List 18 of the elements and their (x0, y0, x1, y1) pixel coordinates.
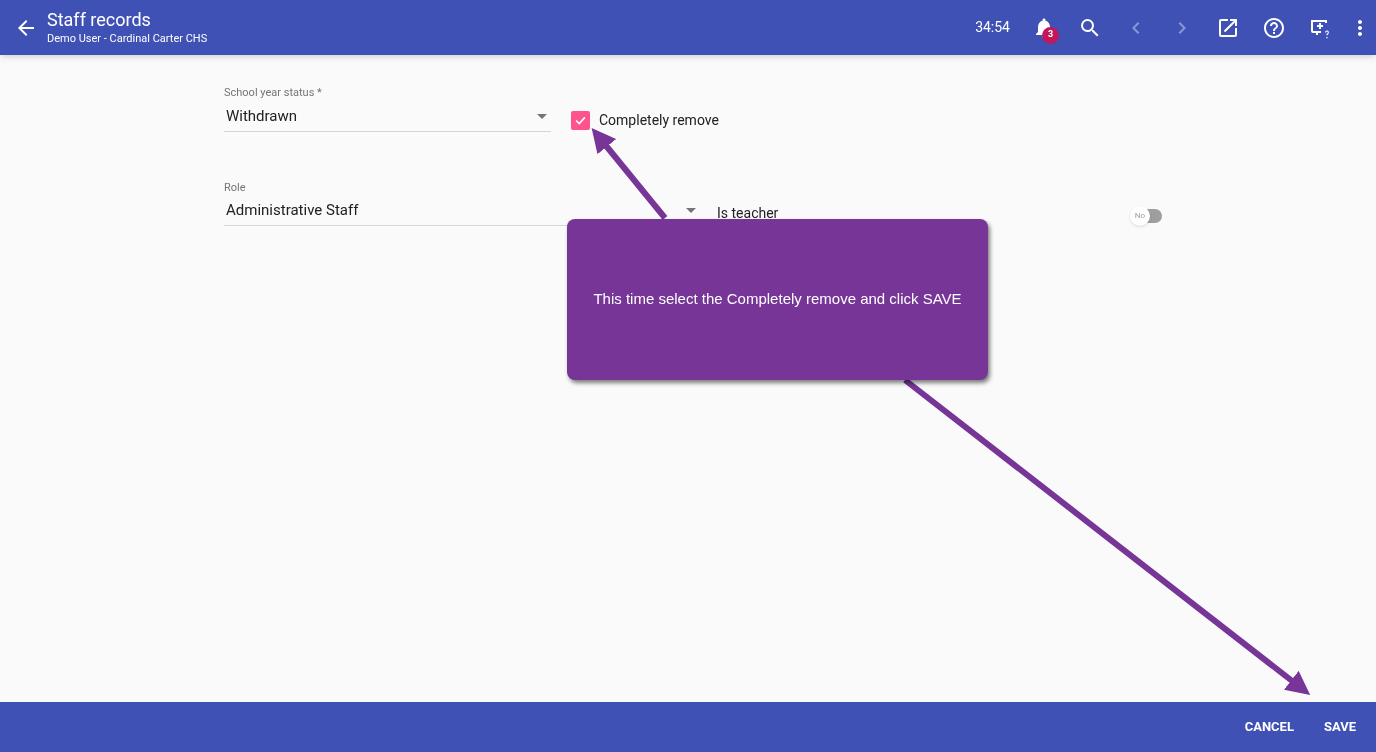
session-timer: 34:54 (975, 18, 1010, 37)
checkbox[interactable] (571, 110, 590, 130)
dropdown-caret-icon (686, 208, 696, 213)
checkbox-label: Completely remove (599, 110, 719, 130)
callout-text: This time select the Completely remove and click SAVE (593, 289, 962, 310)
notification-badge: 3 (1042, 26, 1059, 44)
toggle-label: Is teacher (717, 204, 779, 223)
cancel-button[interactable]: CANCEL (1238, 711, 1300, 743)
status-select[interactable]: Withdrawn (224, 101, 551, 132)
more-vertical-icon (1358, 19, 1362, 36)
save-button[interactable]: SAVE (1317, 711, 1362, 743)
help-icon (1262, 15, 1286, 40)
field-label: School year status * (224, 85, 323, 101)
dropdown-caret-icon (537, 113, 547, 119)
help-button[interactable] (1262, 15, 1286, 40)
field-label: Role (224, 179, 247, 196)
page-title: Staff records (47, 9, 152, 32)
page-subtitle: Demo User - Cardinal Carter CHS (47, 31, 208, 46)
